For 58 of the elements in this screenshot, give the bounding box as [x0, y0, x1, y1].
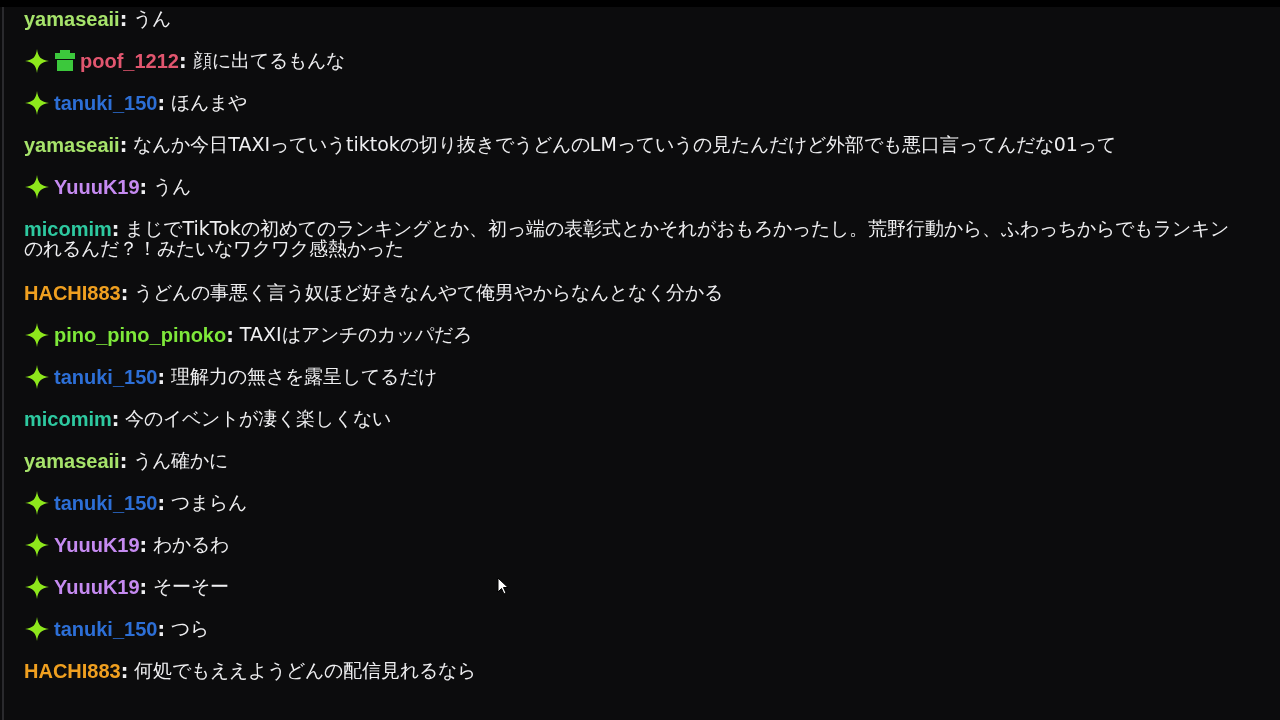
- message-text: うん確かに: [133, 448, 229, 473]
- sparkle-icon: [24, 532, 50, 558]
- message-text: 今のイベントが凄く楽しくない: [125, 406, 392, 431]
- sparkle-icon: [24, 90, 50, 116]
- colon: :: [111, 408, 120, 430]
- message-text: 顔に出てるもんな: [192, 48, 345, 73]
- message-text: まじでTikTokの初めてのランキングとか、初っ端の表彰式とかそれがおもろかったし。荒野行動から、ふわっちからでもランキン: [125, 216, 1229, 239]
- sparkle-icon: [24, 364, 50, 390]
- message-text: うん: [153, 174, 192, 199]
- message-text: うん: [133, 6, 172, 31]
- sparkle-icon: [24, 616, 50, 642]
- username[interactable]: yamaseaii: [24, 7, 120, 31]
- username[interactable]: YuuuK19: [54, 533, 140, 557]
- username[interactable]: YuuuK19: [54, 175, 140, 199]
- colon: :: [120, 660, 129, 682]
- message-text: つまらん: [171, 490, 247, 515]
- message-text: うどんの事悪く言う奴ほど好きなんやて俺男やからなんとなく分かる: [134, 280, 724, 305]
- username[interactable]: HACHI883: [24, 659, 121, 683]
- username[interactable]: tanuki_150: [54, 91, 158, 115]
- sparkle-icon: [24, 322, 50, 348]
- message-text: つら: [171, 616, 209, 641]
- username[interactable]: tanuki_150: [54, 365, 158, 389]
- message-text: 理解力の無さを露呈してるだけ: [171, 364, 437, 389]
- gift-icon: [54, 48, 76, 74]
- colon: :: [119, 134, 128, 156]
- colon: :: [157, 92, 165, 114]
- colon: :: [139, 176, 148, 198]
- message-text: なんか今日TAXIっていうtiktokの切り抜きでうどんのLMっていうの見たんだけど外部でも悪口言ってんだな01って: [133, 132, 1116, 157]
- username[interactable]: tanuki_150: [54, 491, 158, 515]
- username[interactable]: pino_pino_pinoko: [54, 323, 227, 347]
- colon: :: [119, 8, 128, 30]
- username[interactable]: YuuuK19: [54, 575, 140, 599]
- colon: :: [139, 576, 148, 598]
- sparkle-icon: [24, 574, 50, 600]
- colon: :: [157, 618, 165, 640]
- colon: :: [111, 218, 120, 240]
- colon: :: [178, 50, 187, 72]
- username[interactable]: tanuki_150: [54, 617, 158, 641]
- message-text: わかるわ: [153, 532, 230, 557]
- username[interactable]: poof_1212: [80, 49, 179, 73]
- sparkle-icon: [24, 48, 50, 74]
- message-text: そーそー: [153, 574, 230, 599]
- sparkle-icon: [24, 490, 50, 516]
- message-text: TAXIはアンチのカッパだろ: [239, 322, 472, 347]
- message-text: ほんまや: [171, 90, 247, 115]
- colon: :: [226, 324, 234, 346]
- colon: :: [139, 534, 148, 556]
- username[interactable]: yamaseaii: [24, 133, 120, 157]
- message-text: 何処でもええようどんの配信見れるなら: [134, 658, 477, 683]
- sparkle-icon: [24, 174, 50, 200]
- colon: :: [120, 282, 129, 304]
- username[interactable]: yamaseaii: [24, 449, 120, 473]
- colon: :: [157, 492, 165, 514]
- username[interactable]: micomim: [24, 407, 112, 431]
- mouse-cursor-icon: [497, 577, 509, 595]
- username[interactable]: HACHI883: [24, 281, 121, 305]
- colon: :: [119, 450, 128, 472]
- colon: :: [157, 366, 165, 388]
